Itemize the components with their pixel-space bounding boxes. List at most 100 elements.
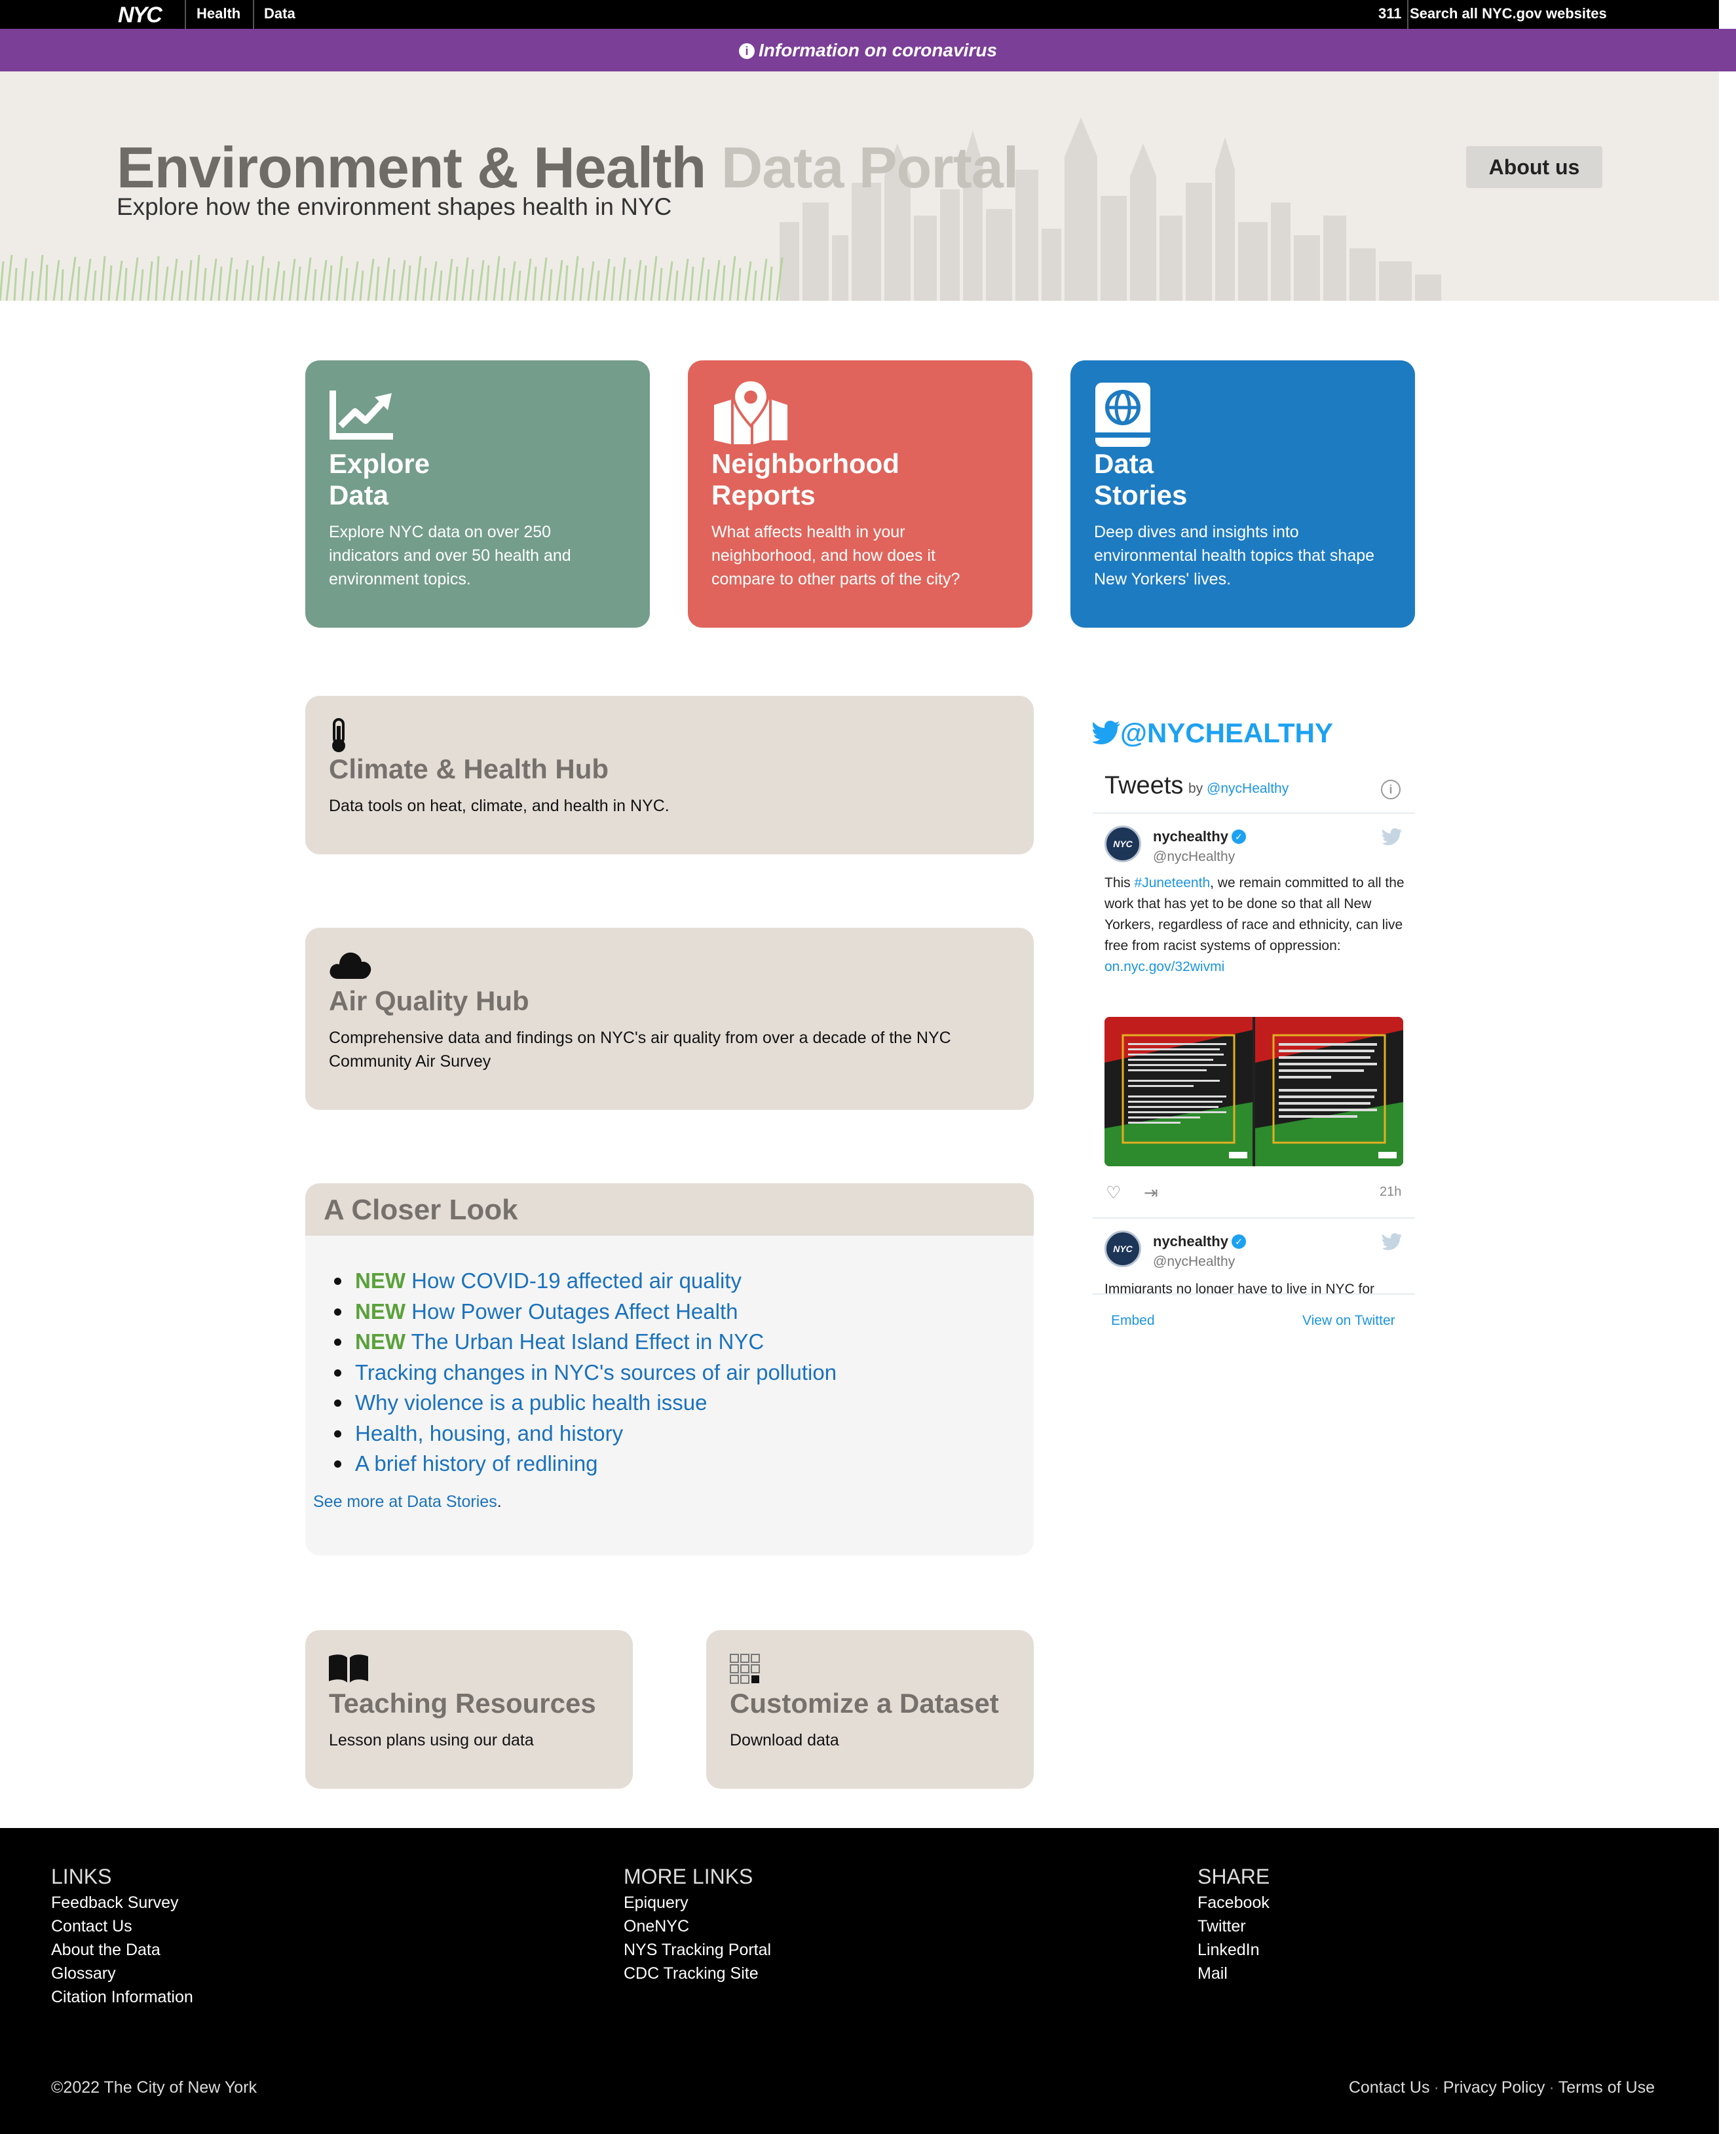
new-badge: NEW: [355, 1268, 406, 1293]
footer-link[interactable]: Contact Us: [51, 1917, 193, 1941]
list-item[interactable]: Why violence is a public health issue: [329, 1390, 837, 1421]
nav-link-311[interactable]: 311: [1378, 5, 1402, 22]
list-item[interactable]: Tracking changes in NYC's sources of air…: [329, 1360, 837, 1391]
story-link[interactable]: Why violence is a public health issue: [355, 1390, 707, 1415]
tweet-author-name[interactable]: nychealthy: [1153, 828, 1228, 845]
card-description: Deep dives and insights into environment…: [1094, 523, 1375, 588]
hashtag-link[interactable]: #Juneteenth: [1135, 875, 1211, 890]
card-title: Neighborhood Reports: [711, 448, 899, 510]
view-on-twitter-link[interactable]: View on Twitter: [1302, 1313, 1395, 1329]
story-link[interactable]: The Urban Heat Island Effect in NYC: [411, 1329, 764, 1354]
story-link[interactable]: How COVID-19 affected air quality: [411, 1268, 742, 1293]
climate-health-hub-card[interactable]: Climate & Health Hub Data tools on heat,…: [305, 696, 1034, 854]
twitter-bird-icon[interactable]: [1382, 1233, 1402, 1250]
legal-link-contact[interactable]: Contact Us: [1349, 2078, 1430, 2097]
legal-link-privacy[interactable]: Privacy Policy: [1443, 2078, 1545, 2097]
list-item[interactable]: NEW How Power Outages Affect Health: [329, 1299, 837, 1330]
closer-look-list: NEW How COVID-19 affected air quality NE…: [329, 1268, 837, 1482]
nav-link-health[interactable]: Health: [197, 5, 240, 22]
nav-divider: [1407, 0, 1408, 29]
bullet: [334, 1460, 341, 1468]
tweet-author-name[interactable]: nychealthy: [1153, 1233, 1228, 1250]
tweet-url-link[interactable]: on.nyc.gov/32wivmi: [1104, 959, 1224, 974]
footer-heading-more-links: MORE LINKS: [624, 1865, 753, 1888]
air-quality-hub-card[interactable]: Air Quality Hub Comprehensive data and f…: [305, 928, 1034, 1110]
twitter-bird-icon: [1093, 721, 1120, 744]
copyright: ©2022 The City of New York: [51, 2078, 257, 2097]
story-link[interactable]: Health, housing, and history: [355, 1421, 623, 1445]
footer-link[interactable]: Epiquery: [624, 1894, 771, 1917]
list-item[interactable]: NEW The Urban Heat Island Effect in NYC: [329, 1329, 837, 1360]
tweet-text-start: This: [1104, 875, 1135, 890]
verified-badge-icon: ✓: [1232, 1234, 1246, 1249]
line-chart-icon: [330, 391, 393, 440]
story-link[interactable]: A brief history of redlining: [355, 1451, 598, 1476]
card-description: Download data: [730, 1731, 839, 1749]
teaching-resources-card[interactable]: Teaching Resources Lesson plans using ou…: [305, 1630, 633, 1789]
twitter-handle-heading[interactable]: @NYCHEALTHY: [1120, 717, 1333, 749]
tweet-text: Immigrants no longer have to live in NYC…: [1104, 1282, 1375, 1293]
page-subtitle: Explore how the environment shapes healt…: [117, 193, 672, 220]
share-link[interactable]: Twitter: [1198, 1917, 1270, 1941]
closer-look-header: A Closer Look: [305, 1183, 1034, 1236]
share-link[interactable]: Mail: [1198, 1964, 1270, 1988]
footer-share-list: Facebook Twitter LinkedIn Mail: [1198, 1894, 1270, 1988]
divider: [1093, 1293, 1415, 1295]
footer-link[interactable]: OneNYC: [624, 1917, 771, 1941]
card-title: Customize a Dataset: [730, 1688, 999, 1719]
nav-link-data[interactable]: Data: [264, 5, 295, 22]
list-item[interactable]: NEW How COVID-19 affected air quality: [329, 1268, 837, 1299]
legal-links: Contact Us · Privacy Policy · Terms of Use: [1349, 2078, 1655, 2097]
bullet: [334, 1430, 341, 1438]
data-stories-card[interactable]: Data Stories Deep dives and insights int…: [1070, 360, 1415, 628]
footer-link[interactable]: Citation Information: [51, 1988, 193, 2011]
see-more-link[interactable]: See more at Data Stories: [313, 1493, 497, 1511]
tweet-author-handle[interactable]: @nycHealthy: [1153, 1254, 1235, 1270]
coronavirus-banner: i Information on coronavirus: [0, 29, 1736, 71]
footer-link[interactable]: NYS Tracking Portal: [624, 1941, 771, 1964]
explore-data-card[interactable]: Explore Data Explore NYC data on over 25…: [305, 360, 650, 628]
new-badge: NEW: [355, 1329, 406, 1354]
hero-header: Environment & Health Data Portal Explore…: [0, 71, 1719, 301]
tweet-author-handle[interactable]: @nycHealthy: [1153, 849, 1235, 865]
footer-link[interactable]: Feedback Survey: [51, 1894, 193, 1917]
like-heart-icon[interactable]: ♡: [1106, 1183, 1121, 1203]
embed-link[interactable]: Embed: [1111, 1313, 1155, 1329]
card-title: Teaching Resources: [329, 1688, 596, 1719]
footer-heading-share: SHARE: [1198, 1865, 1270, 1888]
footer-link[interactable]: About the Data: [51, 1941, 193, 1964]
twitter-bird-icon[interactable]: [1382, 828, 1402, 845]
footer-link[interactable]: CDC Tracking Site: [624, 1964, 771, 1988]
list-item[interactable]: A brief history of redlining: [329, 1451, 837, 1482]
bullet: [334, 1278, 341, 1285]
legal-link-terms[interactable]: Terms of Use: [1558, 2078, 1655, 2097]
share-link[interactable]: Facebook: [1198, 1894, 1270, 1917]
nav-divider: [185, 0, 186, 29]
new-badge: NEW: [355, 1299, 406, 1324]
info-icon[interactable]: i: [1381, 780, 1401, 799]
share-icon[interactable]: ⇥: [1144, 1183, 1158, 1203]
divider: [1093, 812, 1415, 814]
customize-dataset-card[interactable]: Customize a Dataset Download data: [706, 1630, 1034, 1789]
site-footer: LINKS Feedback Survey Contact Us About t…: [0, 1828, 1719, 2134]
tweets-by-handle[interactable]: @nycHealthy: [1207, 781, 1289, 796]
tweet-image[interactable]: [1104, 1017, 1403, 1166]
tweet-timestamp[interactable]: 21h: [1380, 1185, 1401, 1200]
tweets-title: Tweets: [1104, 772, 1184, 799]
about-us-button[interactable]: About us: [1466, 146, 1602, 188]
neighborhood-reports-card[interactable]: Neighborhood Reports What affects health…: [688, 360, 1032, 628]
list-item[interactable]: Health, housing, and history: [329, 1421, 837, 1452]
coronavirus-link[interactable]: i Information on coronavirus: [0, 40, 1736, 61]
story-link[interactable]: Tracking changes in NYC's sources of air…: [355, 1360, 837, 1384]
page-title-accent: Data Portal: [721, 135, 1019, 200]
search-nyc-link[interactable]: Search all NYC.gov websites: [1410, 5, 1607, 22]
avatar[interactable]: NYC: [1104, 1230, 1141, 1267]
nyc-logo[interactable]: NYC: [118, 3, 162, 28]
avatar[interactable]: NYC: [1104, 826, 1141, 862]
hub-title: Air Quality Hub: [329, 985, 529, 1016]
share-link[interactable]: LinkedIn: [1198, 1941, 1270, 1964]
info-icon: i: [738, 43, 755, 59]
footer-link[interactable]: Glossary: [51, 1964, 193, 1988]
story-link[interactable]: How Power Outages Affect Health: [411, 1299, 738, 1324]
hub-description: Data tools on heat, climate, and health …: [329, 797, 670, 815]
